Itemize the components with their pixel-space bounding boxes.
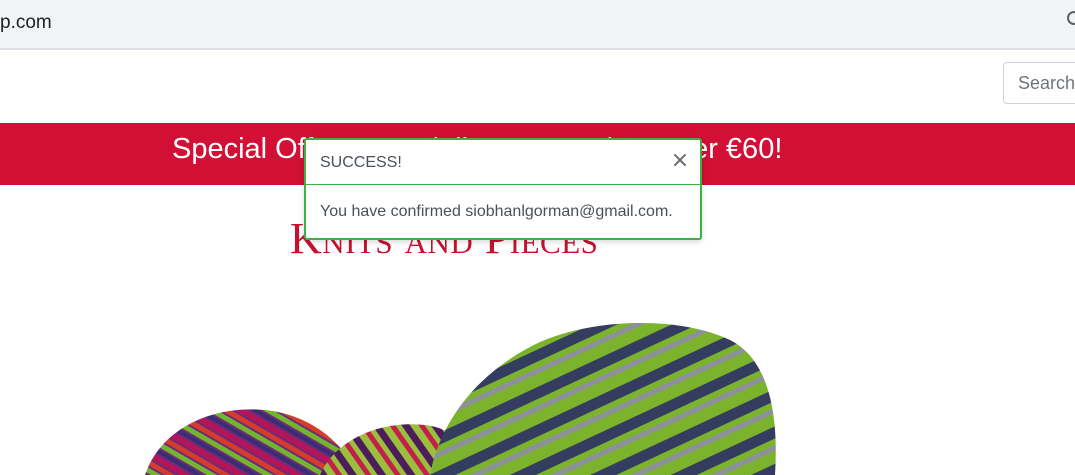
success-toast: SUCCESS! × You have confirmed siobhanlgo… xyxy=(304,138,702,240)
search-input[interactable] xyxy=(1003,62,1075,104)
page: p.com Special Offer: Free delivery on or… xyxy=(0,0,1075,475)
toast-message: You have confirmed siobhanlgorman@gmail.… xyxy=(320,203,673,220)
search-icon xyxy=(1067,11,1075,25)
close-icon[interactable]: × xyxy=(670,150,690,172)
toast-title: SUCCESS! xyxy=(320,154,402,171)
hero-hats-image xyxy=(145,322,776,475)
toast-header: SUCCESS! × xyxy=(306,140,700,185)
address-text[interactable]: p.com xyxy=(0,12,52,34)
browser-address-bar[interactable]: p.com xyxy=(0,0,1075,50)
